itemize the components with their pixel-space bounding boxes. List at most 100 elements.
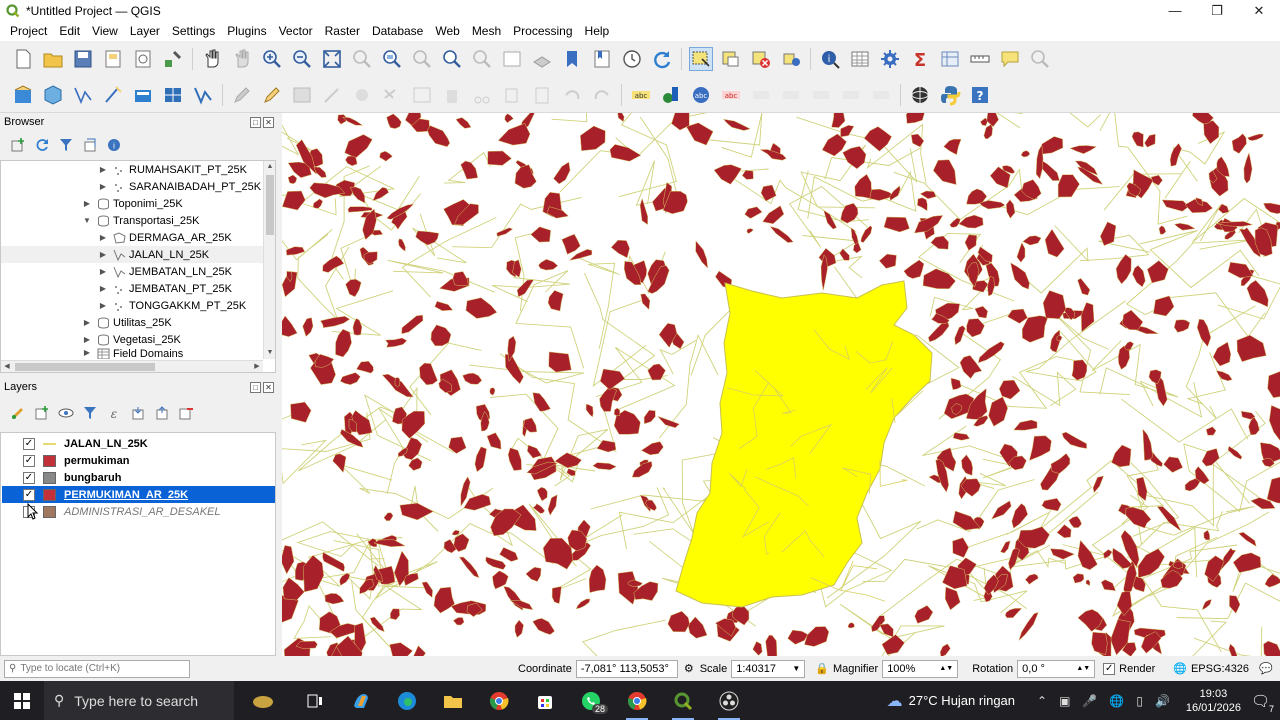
expand-arrow-icon[interactable]: ▶	[81, 348, 93, 357]
layout-manager-button[interactable]	[132, 48, 154, 70]
browser-item[interactable]: ▶ TONGGAKKM_PT_25K	[1, 297, 263, 314]
expand-arrow-icon[interactable]: ▶	[97, 284, 109, 293]
menu-project[interactable]: Project	[4, 24, 53, 38]
layer-visibility-checkbox[interactable]: ✓	[23, 437, 35, 450]
toggle-editing-button[interactable]	[231, 84, 253, 106]
new-print-layout-button[interactable]	[102, 48, 124, 70]
zoom-out-button[interactable]	[291, 48, 313, 70]
scroll-up-icon[interactable]: ▲	[264, 161, 275, 173]
new-project-button[interactable]	[12, 48, 34, 70]
spin-arrows-icon[interactable]: ▲▼	[939, 665, 953, 672]
lock-scale-icon[interactable]: 🔒	[815, 662, 829, 675]
expand-all-button[interactable]	[130, 405, 146, 421]
close-button[interactable]: ✕	[1238, 0, 1280, 21]
modify-attributes-button[interactable]	[411, 84, 433, 106]
layer-visibility-checkbox[interactable]: ✓	[23, 454, 35, 467]
camera-icon[interactable]: ▣	[1059, 694, 1070, 708]
layer-visibility-checkbox[interactable]: ✓	[23, 488, 35, 501]
expand-arrow-icon[interactable]: ▶	[81, 318, 93, 327]
new-map-view-button[interactable]	[501, 48, 523, 70]
menu-processing[interactable]: Processing	[507, 24, 578, 38]
selected-village-polygon[interactable]	[675, 280, 933, 608]
chrome-app-2[interactable]	[614, 681, 660, 720]
layer-row[interactable]: ✓ permukiman	[2, 452, 275, 469]
map-svg[interactable]	[282, 113, 1280, 656]
browser-vertical-scrollbar[interactable]: ▲ ▼	[263, 161, 275, 359]
menu-help[interactable]: Help	[579, 24, 616, 38]
open-layer-styling-button[interactable]	[10, 405, 26, 421]
scale-combo[interactable]: 1:40317 ▼	[731, 659, 806, 678]
collapse-arrow-icon[interactable]: ▼	[81, 216, 93, 225]
locator-input[interactable]	[20, 663, 171, 674]
show-label-button[interactable]	[750, 84, 772, 106]
pan-to-selection-button[interactable]	[231, 48, 253, 70]
notifications-button[interactable]: 🗨 7	[1251, 692, 1274, 714]
menu-plugins[interactable]: Plugins	[221, 24, 272, 38]
expand-arrow-icon[interactable]: ▶	[97, 250, 109, 259]
menu-settings[interactable]: Settings	[166, 24, 221, 38]
file-explorer-app[interactable]	[430, 681, 476, 720]
layer-row[interactable]: ✓ ADMINISTRASI_AR_DESAKEL	[2, 503, 275, 520]
scroll-thumb[interactable]	[266, 175, 274, 235]
add-vector-layer-button[interactable]	[72, 84, 94, 106]
identify-features-button[interactable]: i	[819, 48, 841, 70]
map-canvas[interactable]	[282, 113, 1280, 656]
add-raster-layer-button[interactable]	[102, 84, 124, 106]
menu-database[interactable]: Database	[366, 24, 429, 38]
zoom-last-button[interactable]	[441, 48, 463, 70]
expand-arrow-icon[interactable]: ▶	[97, 165, 109, 174]
menu-layer[interactable]: Layer	[124, 24, 166, 38]
help-contents-button[interactable]: ?	[969, 84, 991, 106]
network-icon[interactable]: 🌐	[1109, 694, 1124, 708]
start-button[interactable]	[0, 681, 44, 720]
restore-button[interactable]: ❐	[1196, 0, 1238, 21]
processing-toolbox-button[interactable]	[879, 48, 901, 70]
search-highlight-image[interactable]	[234, 681, 292, 720]
move-label-button[interactable]	[780, 84, 802, 106]
change-label-button[interactable]	[840, 84, 862, 106]
close-panel-button[interactable]: ✕	[263, 116, 274, 128]
expand-arrow-icon[interactable]: ▶	[81, 335, 93, 344]
layer-visibility-checkbox[interactable]: ✓	[23, 471, 35, 484]
current-edits-button[interactable]	[261, 84, 283, 106]
task-view-button[interactable]	[292, 681, 338, 720]
digitize-button[interactable]	[351, 84, 373, 106]
clock[interactable]: 19:03 16/01/2026	[1186, 687, 1241, 715]
add-wms-layer-button[interactable]	[162, 84, 184, 106]
browser-item[interactable]: ▼ Transportasi_25K	[1, 212, 263, 229]
spin-arrows-icon[interactable]: ▲▼	[1076, 665, 1090, 672]
collapse-all-button[interactable]	[82, 137, 98, 153]
open-field-calculator-button[interactable]	[939, 48, 961, 70]
messages-icon[interactable]: 💬	[1259, 662, 1273, 675]
new-geopackage-layer-button[interactable]	[42, 84, 64, 106]
undo-button[interactable]	[561, 84, 583, 106]
toggle-extents-icon[interactable]: ⚙	[684, 662, 694, 675]
collapse-all-layers-button[interactable]	[154, 405, 170, 421]
expand-arrow-icon[interactable]: ▶	[97, 267, 109, 276]
plugin-earth-button[interactable]	[909, 84, 931, 106]
paste-features-button[interactable]	[531, 84, 553, 106]
label-toolbar-button[interactable]: abc	[630, 84, 652, 106]
zoom-full-button[interactable]	[321, 48, 343, 70]
browser-item[interactable]: ▶ RUMAHSAKIT_PT_25K	[1, 161, 263, 178]
add-group-button[interactable]	[34, 405, 50, 421]
add-delimited-text-button[interactable]	[132, 84, 154, 106]
refresh-browser-button[interactable]	[34, 137, 50, 153]
zoom-native-button[interactable]	[411, 48, 433, 70]
coordinate-input[interactable]	[580, 662, 673, 675]
browser-item[interactable]: ▶ Toponimi_25K	[1, 195, 263, 212]
locate-button[interactable]	[1029, 48, 1051, 70]
browser-item[interactable]: ▶ DERMAGA_AR_25K	[1, 229, 263, 246]
microphone-icon[interactable]: 🎤	[1082, 694, 1097, 708]
zoom-to-selection-button[interactable]	[351, 48, 373, 70]
taskbar-search[interactable]: ⚲ Type here to search	[44, 681, 234, 720]
temporal-controller-button[interactable]	[621, 48, 643, 70]
redo-button[interactable]	[591, 84, 613, 106]
filter-browser-button[interactable]	[58, 137, 74, 153]
statistics-button[interactable]: Σ	[909, 48, 931, 70]
add-feature-button[interactable]	[321, 84, 343, 106]
scroll-thumb[interactable]	[15, 363, 155, 371]
browser-item[interactable]: ▶ JALAN_LN_25K	[1, 246, 263, 263]
layer-row[interactable]: ✓ bungbaruh	[2, 469, 275, 486]
expand-arrow-icon[interactable]: ▶	[97, 233, 109, 242]
